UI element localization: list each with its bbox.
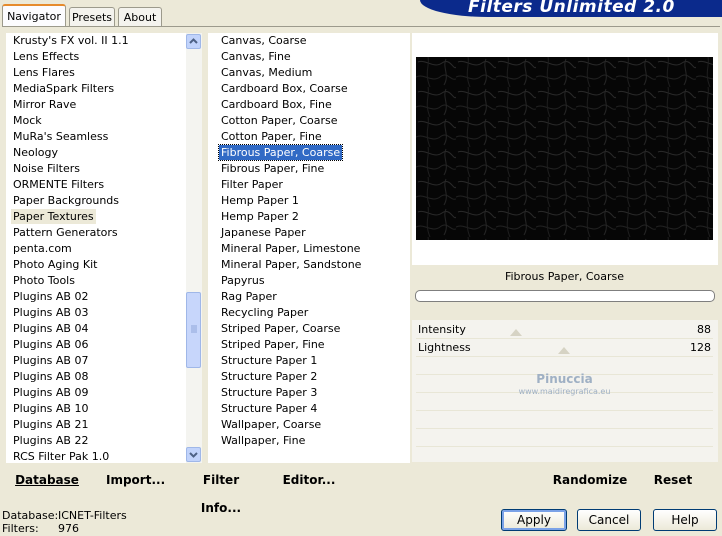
row-divider [416, 338, 713, 339]
category-item[interactable]: Lens Effects [11, 49, 81, 64]
filters-label: Filters: [2, 522, 39, 535]
category-item[interactable]: RCS Filter Pak 1.0 [11, 449, 111, 464]
filter-item[interactable]: Mineral Paper, Sandstone [219, 257, 363, 272]
category-item[interactable]: Photo Tools [11, 273, 77, 288]
grip-icon [191, 325, 197, 333]
category-item[interactable]: Pattern Generators [11, 225, 120, 240]
category-item[interactable]: Plugins AB 02 [11, 289, 90, 304]
category-item[interactable]: Plugins AB 21 [11, 417, 90, 432]
category-item[interactable]: Mirror Rave [11, 97, 78, 112]
category-item[interactable]: penta.com [11, 241, 74, 256]
randomize-button[interactable]: Randomize [552, 466, 628, 494]
filters-count: 976 [58, 522, 79, 535]
filter-item[interactable]: Cotton Paper, Fine [219, 129, 324, 144]
filter-item[interactable]: Recycling Paper [219, 305, 310, 320]
watermark-url: www.maidiregrafica.eu [518, 387, 611, 396]
filter-item[interactable]: Japanese Paper [219, 225, 308, 240]
row-divider [416, 446, 713, 447]
filter-item[interactable]: Canvas, Fine [219, 49, 293, 64]
filter-item[interactable]: Papyrus [219, 273, 267, 288]
watermark-name: Pinuccia [536, 372, 593, 386]
filter-item[interactable]: Rag Paper [219, 289, 279, 304]
preview-filter-name: Fibrous Paper, Coarse [504, 270, 625, 283]
category-item[interactable]: Photo Aging Kit [11, 257, 99, 272]
row-divider [416, 410, 713, 411]
category-item[interactable]: Plugins AB 10 [11, 401, 90, 416]
category-item[interactable]: Paper Backgrounds [11, 193, 121, 208]
import-button[interactable]: Import... [106, 466, 165, 494]
texture-preview [416, 57, 713, 240]
param-intensity[interactable]: Intensity 88 [416, 322, 713, 338]
slider-thumb-icon[interactable] [558, 346, 570, 354]
tab-navigator[interactable]: Navigator [2, 4, 66, 27]
row-divider [416, 428, 713, 429]
filter-item[interactable]: Canvas, Coarse [219, 33, 309, 48]
chevron-up-icon [189, 38, 198, 44]
category-item[interactable]: Plugins AB 04 [11, 321, 90, 336]
database-value: ICNET-Filters [58, 509, 127, 522]
category-item[interactable]: MuRa's Seamless [11, 129, 110, 144]
category-item[interactable]: Lens Flares [11, 65, 77, 80]
filter-item[interactable]: Structure Paper 3 [219, 385, 319, 400]
editor-button[interactable]: Editor... [282, 466, 336, 494]
database-label: Database: [2, 509, 59, 522]
app-title: Filters Unlimited 2.0 [468, 0, 675, 17]
chevron-down-icon [189, 452, 198, 458]
scroll-up-button[interactable] [186, 34, 201, 49]
reset-button[interactable]: Reset [650, 466, 696, 494]
category-item[interactable]: Plugins AB 22 [11, 433, 90, 448]
filter-item[interactable]: Fibrous Paper, Fine [219, 161, 326, 176]
slider-thumb-icon[interactable] [510, 328, 522, 336]
preview-image [416, 57, 713, 240]
category-item[interactable]: Neology [11, 145, 60, 160]
filter-item[interactable]: Striped Paper, Fine [219, 337, 327, 352]
param-label: Lightness [418, 341, 471, 354]
filter-item[interactable]: Hemp Paper 2 [219, 209, 301, 224]
category-item[interactable]: Noise Filters [11, 161, 82, 176]
category-scrollbar[interactable] [186, 33, 202, 463]
category-item[interactable]: Plugins AB 07 [11, 353, 90, 368]
cancel-button[interactable]: Cancel [577, 509, 641, 531]
param-lightness[interactable]: Lightness 128 [416, 340, 713, 356]
category-item[interactable]: Plugins AB 03 [11, 305, 90, 320]
category-item[interactable]: Plugins AB 09 [11, 385, 90, 400]
filter-item[interactable]: Wallpaper, Coarse [219, 417, 323, 432]
param-value: 88 [697, 323, 711, 336]
progress-bar [415, 290, 715, 302]
category-item[interactable]: Plugins AB 06 [11, 337, 90, 352]
category-item[interactable]: Krusty's FX vol. II 1.1 [11, 33, 131, 48]
database-button[interactable]: Database [14, 466, 80, 494]
filter-item[interactable]: Structure Paper 4 [219, 401, 319, 416]
filter-list[interactable]: Canvas, Coarse Canvas, Fine Canvas, Medium… [208, 33, 410, 463]
category-list[interactable]: Krusty's FX vol. II 1.1 Lens Effects Lens … [6, 33, 202, 463]
category-item[interactable]: ORMENTE Filters [11, 177, 106, 192]
category-item[interactable]: MediaSpark Filters [11, 81, 116, 96]
category-item[interactable]: Mock [11, 113, 44, 128]
filter-item[interactable]: Structure Paper 1 [219, 353, 319, 368]
scroll-down-button[interactable] [186, 447, 201, 462]
scroll-thumb[interactable] [186, 292, 201, 368]
row-divider [416, 356, 713, 357]
filter-item[interactable]: Wallpaper, Fine [219, 433, 307, 448]
filter-item[interactable]: Fibrous Paper, Coarse [217, 144, 344, 161]
filter-item[interactable]: Mineral Paper, Limestone [219, 241, 362, 256]
category-item[interactable]: Plugins AB 08 [11, 369, 90, 384]
tab-presets[interactable]: Presets [69, 7, 115, 26]
filter-item[interactable]: Structure Paper 2 [219, 369, 319, 384]
param-value: 128 [690, 341, 711, 354]
filter-item[interactable]: Cardboard Box, Coarse [219, 81, 350, 96]
filter-item[interactable]: Cardboard Box, Fine [219, 97, 334, 112]
category-item[interactable]: Paper Textures [11, 209, 96, 224]
apply-button[interactable]: Apply [501, 509, 567, 531]
filter-item[interactable]: Filter Paper [219, 177, 285, 192]
help-button[interactable]: Help [653, 509, 717, 531]
tab-about[interactable]: About [118, 7, 162, 26]
filter-item[interactable]: Cotton Paper, Coarse [219, 113, 340, 128]
filter-item[interactable]: Striped Paper, Coarse [219, 321, 342, 336]
filter-item[interactable]: Canvas, Medium [219, 65, 314, 80]
param-label: Intensity [418, 323, 466, 336]
filter-item[interactable]: Hemp Paper 1 [219, 193, 301, 208]
filter-info-button[interactable]: Filter Info... [184, 466, 258, 515]
